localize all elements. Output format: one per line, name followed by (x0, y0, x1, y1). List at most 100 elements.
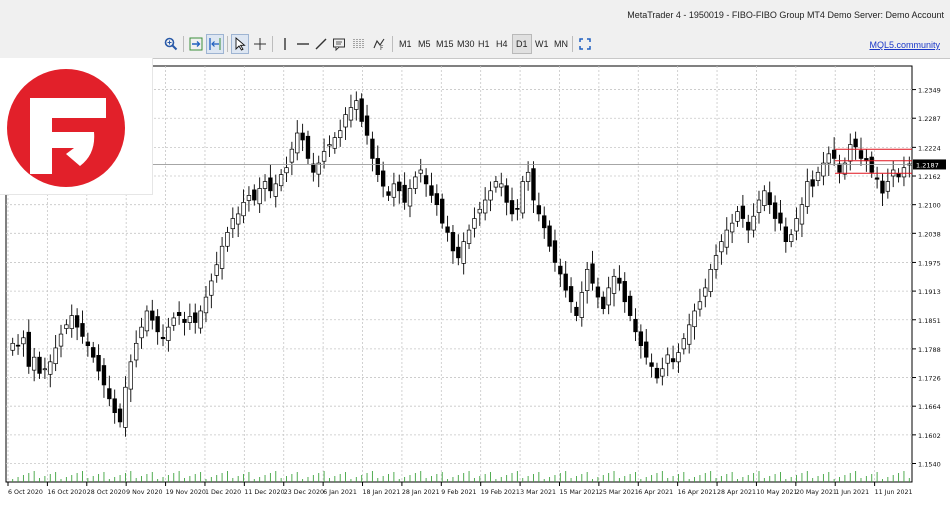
bearish-candle[interactable] (150, 310, 155, 321)
bullish-candle[interactable] (703, 287, 708, 297)
bullish-candle[interactable] (751, 215, 756, 231)
timeframe-mn[interactable]: MN (552, 34, 570, 54)
bullish-candle[interactable] (848, 144, 853, 162)
bullish-candle[interactable] (901, 167, 907, 178)
bullish-candle[interactable] (219, 245, 225, 269)
bullish-candle[interactable] (278, 174, 284, 187)
bearish-candle[interactable] (837, 163, 842, 173)
timeframe-h4[interactable]: H4 (494, 34, 510, 54)
bullish-candle[interactable] (166, 326, 171, 341)
bearish-candle[interactable] (595, 286, 601, 298)
bullish-candle[interactable] (676, 352, 681, 363)
bullish-candle[interactable] (128, 361, 133, 390)
bearish-candle[interactable] (445, 226, 450, 233)
bullish-candle[interactable] (579, 292, 584, 318)
bearish-candle[interactable] (547, 225, 552, 247)
bullish-candle[interactable] (31, 356, 37, 371)
bullish-candle[interactable] (606, 287, 611, 306)
bearish-candle[interactable] (37, 356, 42, 374)
shapes-icon[interactable]: F (370, 34, 388, 54)
bearish-candle[interactable] (858, 150, 864, 159)
bearish-candle[interactable] (85, 341, 91, 346)
bearish-candle[interactable] (91, 347, 96, 358)
bearish-candle[interactable] (252, 189, 257, 201)
bearish-candle[interactable] (380, 170, 386, 187)
bullish-candle[interactable] (708, 269, 713, 292)
bearish-candle[interactable] (375, 158, 380, 175)
bullish-candle[interactable] (756, 199, 762, 213)
bullish-candle[interactable] (262, 181, 268, 189)
bearish-candle[interactable] (74, 315, 80, 328)
bullish-candle[interactable] (348, 107, 354, 121)
bullish-candle[interactable] (584, 269, 590, 291)
bearish-candle[interactable] (767, 192, 772, 206)
bullish-candle[interactable] (257, 188, 262, 205)
bullish-candle[interactable] (289, 148, 295, 163)
bullish-candle[interactable] (64, 324, 69, 329)
timeframe-m5[interactable]: M5 (416, 34, 433, 54)
bearish-candle[interactable] (440, 198, 445, 224)
bearish-candle[interactable] (627, 295, 633, 316)
bearish-candle[interactable] (772, 202, 778, 219)
bullish-candle[interactable] (472, 218, 477, 229)
bearish-candle[interactable] (182, 318, 187, 323)
bullish-candle[interactable] (520, 181, 525, 214)
bullish-candle[interactable] (58, 333, 64, 347)
bullish-candle[interactable] (391, 183, 397, 198)
bullish-candle[interactable] (461, 241, 466, 264)
bullish-candle[interactable] (327, 144, 332, 147)
bullish-candle[interactable] (799, 204, 805, 225)
timeframe-w1[interactable]: W1 (533, 34, 551, 54)
bearish-candle[interactable] (364, 115, 370, 136)
zoom-in-icon[interactable] (162, 34, 180, 54)
bearish-candle[interactable] (434, 193, 440, 206)
bullish-candle[interactable] (332, 137, 338, 149)
bearish-candle[interactable] (176, 312, 182, 316)
bullish-candle[interactable] (611, 275, 617, 294)
bullish-candle[interactable] (123, 386, 128, 428)
timeframe-m1[interactable]: M1 (397, 34, 414, 54)
bearish-candle[interactable] (504, 185, 509, 203)
bearish-candle[interactable] (26, 331, 31, 367)
bearish-candle[interactable] (423, 175, 429, 185)
bearish-candle[interactable] (622, 281, 627, 303)
bullish-candle[interactable] (477, 208, 482, 214)
bearish-candle[interactable] (456, 246, 461, 259)
bearish-candle[interactable] (117, 408, 123, 423)
bearish-candle[interactable] (300, 132, 305, 141)
bearish-candle[interactable] (649, 362, 654, 367)
bearish-candle[interactable] (15, 344, 21, 347)
bullish-candle[interactable] (407, 188, 413, 207)
bearish-candle[interactable] (311, 163, 316, 173)
bullish-candle[interactable] (789, 234, 794, 242)
bullish-candle[interactable] (187, 316, 193, 323)
bearish-candle[interactable] (831, 149, 837, 159)
bullish-candle[interactable] (209, 280, 214, 296)
chart-shift-icon[interactable] (206, 34, 224, 54)
bullish-candle[interactable] (295, 132, 300, 154)
timeframe-m15[interactable]: M15 (434, 34, 456, 54)
bearish-candle[interactable] (601, 296, 606, 310)
bullish-candle[interactable] (692, 310, 697, 328)
bearish-candle[interactable] (402, 184, 407, 203)
bullish-candle[interactable] (273, 183, 278, 197)
bullish-candle[interactable] (21, 337, 26, 345)
bearish-candle[interactable] (193, 312, 198, 323)
trendline-icon[interactable] (312, 34, 330, 54)
bearish-candle[interactable] (874, 177, 880, 180)
bearish-candle[interactable] (880, 180, 885, 194)
bullish-candle[interactable] (338, 130, 343, 138)
bullish-candle[interactable] (133, 342, 139, 361)
bearish-candle[interactable] (670, 358, 676, 363)
bearish-candle[interactable] (542, 215, 547, 229)
bearish-candle[interactable] (552, 240, 558, 263)
bullish-candle[interactable] (762, 190, 767, 206)
bullish-candle[interactable] (225, 232, 230, 247)
bearish-candle[interactable] (740, 205, 746, 219)
bullish-candle[interactable] (805, 181, 810, 207)
bullish-candle[interactable] (735, 211, 740, 222)
timeframe-d1[interactable]: D1 (512, 34, 532, 54)
text-label-icon[interactable] (330, 34, 348, 54)
mql5-community-link[interactable]: MQL5.community (869, 40, 940, 50)
bearish-candle[interactable] (644, 341, 649, 358)
